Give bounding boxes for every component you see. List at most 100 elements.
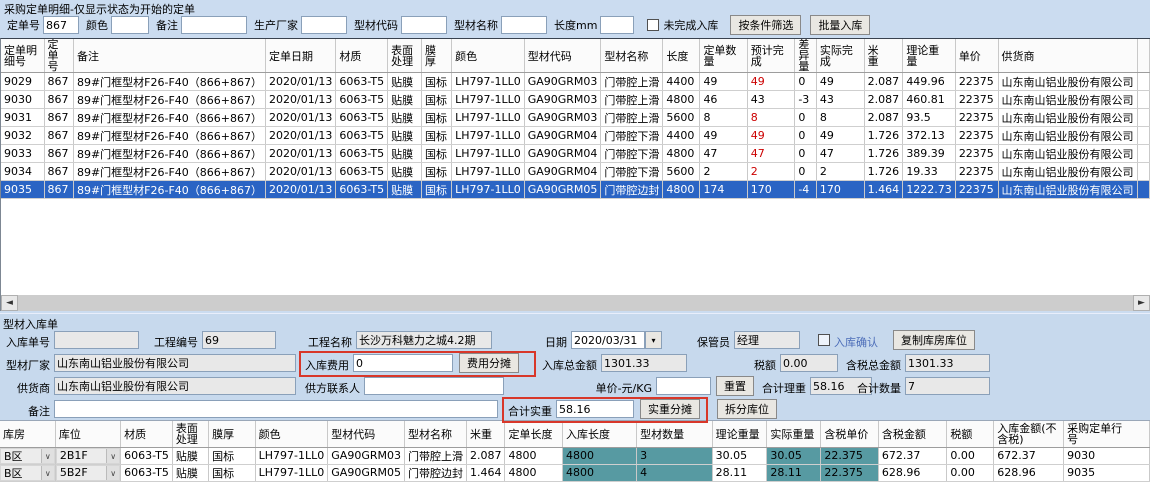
order-cell[interactable]: 867 xyxy=(44,181,73,199)
stock-cell[interactable]: 6063-T5 xyxy=(121,447,173,464)
order-cell[interactable]: 1.726 xyxy=(864,145,903,163)
order-cell[interactable] xyxy=(1137,91,1149,109)
order-cell[interactable]: 2020/01/13 xyxy=(266,163,336,181)
stock-cell[interactable]: 28.11 xyxy=(712,464,767,481)
actual-weight-allocate-button[interactable]: 实重分摊 xyxy=(640,399,700,419)
order-cell[interactable]: 2.087 xyxy=(864,109,903,127)
stock-cell[interactable]: 9030 xyxy=(1064,447,1150,464)
stock-cell[interactable]: B区∨ xyxy=(0,464,55,481)
stock-cell[interactable]: 628.96 xyxy=(878,464,946,481)
order-cell[interactable]: 国标 xyxy=(421,127,451,145)
order-cell[interactable]: 389.39 xyxy=(903,145,956,163)
order-cell[interactable]: 0 xyxy=(795,73,817,91)
order-cell[interactable]: 6063-T5 xyxy=(336,73,388,91)
order-cell[interactable]: GA90GRM04 xyxy=(524,127,601,145)
order-cell[interactable]: 6063-T5 xyxy=(336,163,388,181)
stock-cell[interactable]: 22.375 xyxy=(821,447,879,464)
order-cell[interactable]: 山东南山铝业股份有限公司 xyxy=(998,109,1137,127)
order-cell[interactable]: 5600 xyxy=(663,163,700,181)
order-cell[interactable]: 4800 xyxy=(663,91,700,109)
order-table-row[interactable]: 903386789#门框型材F26-F40（866+867）2020/01/13… xyxy=(1,145,1150,163)
order-cell[interactable]: 门带腔下滑 xyxy=(601,145,663,163)
supplier-contact-field[interactable] xyxy=(364,377,504,395)
stock-cell[interactable]: 国标 xyxy=(209,447,256,464)
total-amount-field[interactable] xyxy=(601,354,687,372)
date-picker-button[interactable]: ▾ xyxy=(645,331,662,349)
stock-cell[interactable]: 672.37 xyxy=(994,447,1064,464)
split-slot-button[interactable]: 拆分库位 xyxy=(717,399,777,419)
order-cell[interactable]: 49 xyxy=(700,127,747,145)
filter-by-condition-button[interactable]: 按条件筛选 xyxy=(730,15,801,35)
order-cell[interactable]: 2.087 xyxy=(864,91,903,109)
filter-input-3[interactable] xyxy=(301,16,347,34)
order-cell[interactable]: 贴膜 xyxy=(388,127,422,145)
scroll-left-icon[interactable]: ◄ xyxy=(1,295,18,311)
stock-cell[interactable]: 4800 xyxy=(562,447,636,464)
stock-cell[interactable]: LH797-1LL0 xyxy=(255,464,328,481)
order-cell[interactable]: 372.13 xyxy=(903,127,956,145)
order-cell[interactable]: 89#门框型材F26-F40（866+867） xyxy=(73,145,265,163)
order-cell[interactable]: 22375 xyxy=(955,109,998,127)
stock-cell[interactable]: 4800 xyxy=(505,447,563,464)
total-amount-tax-field[interactable] xyxy=(905,354,990,372)
order-cell[interactable]: 4400 xyxy=(663,127,700,145)
order-cell[interactable]: 8 xyxy=(700,109,747,127)
factory-field[interactable] xyxy=(54,354,296,372)
order-cell[interactable]: 46 xyxy=(700,91,747,109)
order-cell[interactable]: 贴膜 xyxy=(388,181,422,199)
order-cell[interactable]: 49 xyxy=(816,127,864,145)
order-cell[interactable]: 4800 xyxy=(663,181,700,199)
order-cell[interactable]: 贴膜 xyxy=(388,91,422,109)
order-cell[interactable]: 49 xyxy=(747,73,795,91)
order-cell[interactable]: 0 xyxy=(795,127,817,145)
order-table-row[interactable]: 903486789#门框型材F26-F40（866+867）2020/01/13… xyxy=(1,163,1150,181)
order-cell[interactable]: 2020/01/13 xyxy=(266,91,336,109)
order-cell[interactable] xyxy=(1137,181,1149,199)
stock-cell[interactable]: 30.05 xyxy=(767,447,821,464)
order-cell[interactable]: 89#门框型材F26-F40（866+867） xyxy=(73,109,265,127)
order-cell[interactable]: 国标 xyxy=(421,163,451,181)
stock-cell[interactable]: 国标 xyxy=(209,464,256,481)
order-cell[interactable]: 2020/01/13 xyxy=(266,127,336,145)
horizontal-scrollbar[interactable]: ◄ ► xyxy=(0,295,1150,311)
stock-cell[interactable]: 4800 xyxy=(505,464,563,481)
order-cell[interactable]: 门带腔下滑 xyxy=(601,127,663,145)
order-cell[interactable]: 89#门框型材F26-F40（866+867） xyxy=(73,73,265,91)
order-cell[interactable]: 2020/01/13 xyxy=(266,73,336,91)
order-cell[interactable]: 449.96 xyxy=(903,73,956,91)
order-cell[interactable]: 门带腔上滑 xyxy=(601,91,663,109)
stock-cell[interactable]: 1.464 xyxy=(466,464,505,481)
order-cell[interactable]: 6063-T5 xyxy=(336,109,388,127)
order-cell[interactable]: 4400 xyxy=(663,73,700,91)
inbound-confirm-checkbox[interactable] xyxy=(818,334,830,346)
stock-cell[interactable]: 628.96 xyxy=(994,464,1064,481)
filter-input-0[interactable] xyxy=(43,16,79,34)
order-cell[interactable]: 867 xyxy=(44,163,73,181)
order-cell[interactable]: GA90GRM03 xyxy=(524,91,601,109)
order-cell[interactable]: 山东南山铝业股份有限公司 xyxy=(998,145,1137,163)
order-cell[interactable]: 9031 xyxy=(1,109,44,127)
order-cell[interactable] xyxy=(1137,73,1149,91)
order-cell[interactable]: 山东南山铝业股份有限公司 xyxy=(998,91,1137,109)
order-cell[interactable]: 国标 xyxy=(421,181,451,199)
order-cell[interactable]: GA90GRM04 xyxy=(524,163,601,181)
order-cell[interactable]: 89#门框型材F26-F40（866+867） xyxy=(73,181,265,199)
total-qty-field[interactable] xyxy=(905,377,990,395)
order-cell[interactable]: 1222.73 xyxy=(903,181,956,199)
order-cell[interactable]: 867 xyxy=(44,91,73,109)
stock-cell[interactable]: 2B1F∨ xyxy=(55,447,120,464)
unit-price-field[interactable] xyxy=(656,377,711,395)
slot-select[interactable]: 2B1F∨ xyxy=(56,448,120,464)
order-cell[interactable]: 6063-T5 xyxy=(336,91,388,109)
order-cell[interactable]: 49 xyxy=(700,73,747,91)
order-cell[interactable]: 6063-T5 xyxy=(336,145,388,163)
order-cell[interactable]: 22375 xyxy=(955,127,998,145)
order-cell[interactable]: 170 xyxy=(747,181,795,199)
order-cell[interactable]: 2.087 xyxy=(864,73,903,91)
order-cell[interactable]: 867 xyxy=(44,73,73,91)
order-cell[interactable]: 0 xyxy=(795,109,817,127)
order-cell[interactable]: -3 xyxy=(795,91,817,109)
project-no-field[interactable] xyxy=(202,331,276,349)
order-cell[interactable]: LH797-1LL0 xyxy=(452,127,525,145)
keeper-field[interactable] xyxy=(734,331,800,349)
